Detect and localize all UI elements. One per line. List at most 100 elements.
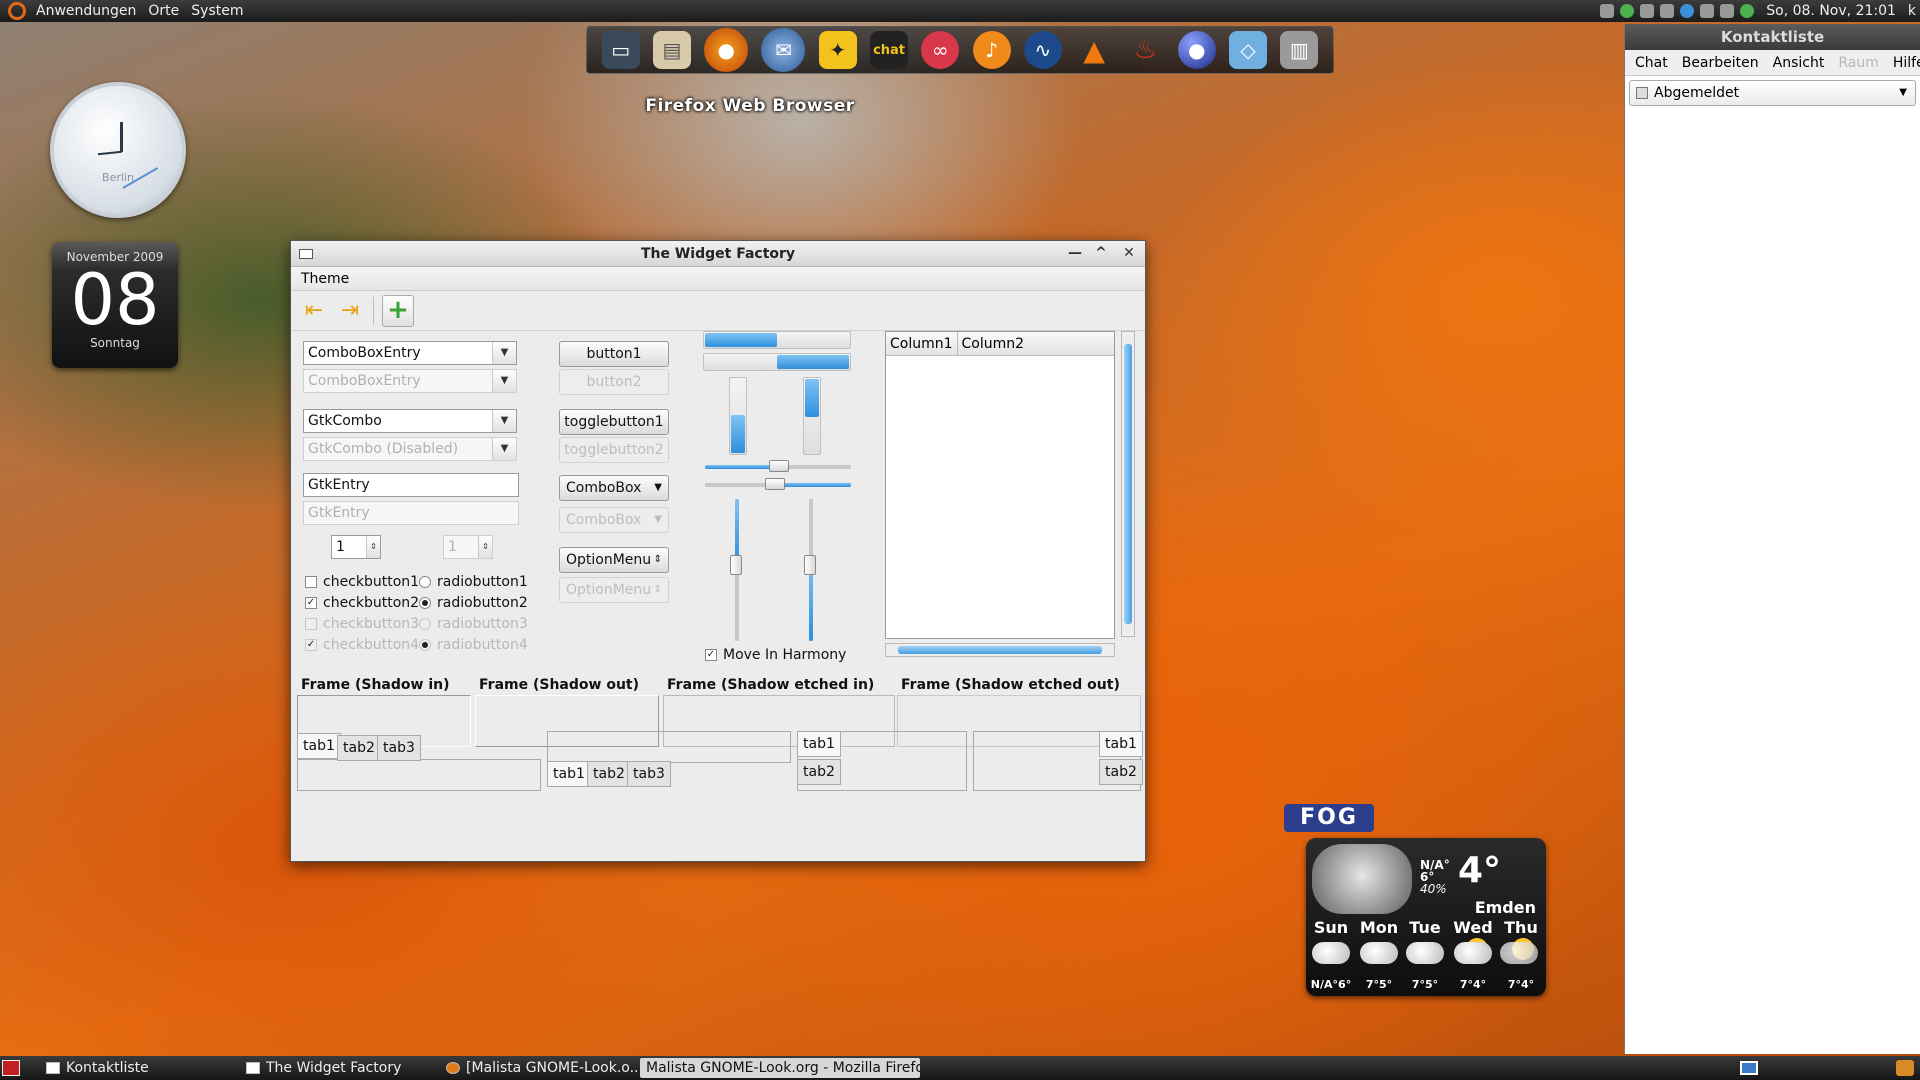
- tab-top-2[interactable]: tab2: [337, 735, 381, 761]
- thunderbird-icon[interactable]: ✉: [761, 28, 806, 72]
- bluetooth-icon[interactable]: [1660, 4, 1675, 18]
- move-in-harmony-check[interactable]: ✓ Move In Harmony: [705, 647, 846, 663]
- tab-bottom-2[interactable]: tab2: [587, 761, 631, 787]
- task-contact-list[interactable]: Kontaktliste: [40, 1058, 230, 1078]
- hscale-track-2[interactable]: [705, 478, 851, 490]
- user-menu[interactable]: k: [1908, 3, 1916, 19]
- combobox[interactable]: ComboBox ▼: [559, 475, 669, 501]
- tab-right-1[interactable]: tab1: [1099, 731, 1143, 757]
- radio[interactable]: [419, 576, 431, 588]
- maximize-icon[interactable]: ^: [1091, 243, 1111, 263]
- accessibility-icon[interactable]: [1680, 4, 1695, 18]
- horizontal-scrollbar[interactable]: [885, 643, 1115, 657]
- contact-list-title[interactable]: Kontaktliste: [1625, 24, 1920, 50]
- tab-bottom-3[interactable]: tab3: [627, 761, 671, 787]
- twitter-bird-icon[interactable]: ✦: [818, 31, 857, 69]
- mail-icon[interactable]: [1720, 4, 1735, 18]
- tab-left-2[interactable]: tab2: [797, 759, 841, 785]
- vscale-fill: [735, 499, 739, 561]
- close-icon[interactable]: ✕: [1119, 243, 1139, 263]
- chevron-down-icon[interactable]: ▼: [654, 476, 662, 500]
- minimize-icon[interactable]: —: [1065, 243, 1085, 263]
- vscale-thumb[interactable]: [730, 555, 742, 575]
- chevron-down-icon[interactable]: ▼: [492, 410, 516, 432]
- lastfm-icon[interactable]: ∞: [921, 31, 960, 69]
- monitor-icon[interactable]: ▭: [601, 31, 640, 69]
- workspace-switcher[interactable]: [1740, 1061, 1758, 1075]
- checkbutton1[interactable]: checkbutton1: [305, 574, 419, 590]
- vscale-thumb[interactable]: [804, 555, 816, 575]
- radiobutton2[interactable]: radiobutton2: [419, 595, 528, 611]
- status-selector[interactable]: Abgemeldet ▼: [1629, 80, 1916, 106]
- combobox-entry[interactable]: ComboBoxEntry ▼: [303, 341, 517, 365]
- tab-right-2[interactable]: tab2: [1099, 759, 1143, 785]
- checkbutton2[interactable]: ✓ checkbutton2: [305, 595, 419, 611]
- show-desktop-icon[interactable]: [2, 1060, 20, 1076]
- checkbox[interactable]: [305, 576, 317, 588]
- menu-edit[interactable]: Bearbeiten: [1682, 55, 1759, 71]
- vscale-track-2[interactable]: [804, 499, 816, 641]
- tab-top-1[interactable]: tab1: [297, 733, 341, 759]
- gtk-entry[interactable]: GtkEntry: [303, 473, 519, 497]
- add-icon[interactable]: +: [382, 294, 414, 327]
- tab-bottom-1[interactable]: tab1: [547, 761, 591, 787]
- volume-icon[interactable]: [1700, 4, 1715, 18]
- task-firefox-1[interactable]: [Malista GNOME-Look.o...: [440, 1058, 640, 1078]
- task-widget-factory[interactable]: The Widget Factory: [240, 1058, 430, 1078]
- download-icon[interactable]: [1740, 4, 1755, 18]
- songbird-icon[interactable]: ♪: [972, 31, 1011, 69]
- checkbox-checked[interactable]: ✓: [705, 649, 717, 661]
- network-icon[interactable]: [1600, 4, 1615, 18]
- menu-system[interactable]: System: [185, 0, 249, 22]
- vscale-track-1[interactable]: [730, 499, 742, 641]
- chevron-down-icon[interactable]: ▼: [1899, 81, 1907, 105]
- ubuntu-logo-icon[interactable]: [8, 2, 26, 20]
- column2-header[interactable]: Column2: [958, 332, 1114, 355]
- trash-icon[interactable]: ▥: [1280, 31, 1319, 69]
- radiobutton1[interactable]: radiobutton1: [419, 574, 528, 590]
- updown-icon[interactable]: ⇕: [654, 548, 662, 572]
- hscale-thumb[interactable]: [769, 460, 789, 472]
- button1[interactable]: button1: [559, 341, 669, 367]
- chat-icon[interactable]: chat: [870, 31, 909, 69]
- trash-icon[interactable]: [1896, 1060, 1914, 1076]
- vertical-scrollbar[interactable]: [1121, 331, 1135, 637]
- chevron-down-icon[interactable]: ▼: [492, 342, 516, 364]
- tab-left-1[interactable]: tab1: [797, 731, 841, 757]
- update-check-icon[interactable]: [1620, 4, 1635, 18]
- network-monitor-icon[interactable]: ∿: [1023, 31, 1062, 69]
- menu-chat[interactable]: Chat: [1635, 55, 1668, 71]
- hscale-thumb[interactable]: [765, 478, 785, 490]
- menu-places[interactable]: Orte: [142, 0, 185, 22]
- spin-arrows-icon[interactable]: ⇕: [366, 536, 380, 558]
- checkbox-checked[interactable]: ✓: [305, 597, 317, 609]
- menu-applications[interactable]: Anwendungen: [30, 0, 142, 22]
- tree-view[interactable]: Column1 Column2: [885, 331, 1115, 639]
- folder-icon[interactable]: ▤: [652, 31, 691, 69]
- go-first-icon[interactable]: ⇤: [299, 296, 329, 326]
- go-last-icon[interactable]: ⇥: [335, 296, 365, 326]
- togglebutton1[interactable]: togglebutton1: [559, 409, 669, 435]
- vlc-icon[interactable]: ▲: [1075, 31, 1113, 69]
- tab-top-3[interactable]: tab3: [377, 735, 421, 761]
- firefox-icon[interactable]: ●: [704, 28, 749, 72]
- sphere-icon[interactable]: ●: [1177, 31, 1216, 69]
- menu-view[interactable]: Ansicht: [1773, 55, 1825, 71]
- panel-clock[interactable]: So, 08. Nov, 21:01: [1766, 3, 1896, 19]
- window-icon[interactable]: [299, 249, 313, 259]
- task-firefox-2[interactable]: Malista GNOME-Look.org - Mozilla Firefox: [640, 1058, 920, 1078]
- column1-header[interactable]: Column1: [886, 332, 958, 355]
- box-icon[interactable]: ◇: [1229, 31, 1268, 69]
- optionmenu[interactable]: OptionMenu ⇕: [559, 547, 669, 573]
- scrollbar-thumb[interactable]: [1124, 344, 1132, 624]
- menu-theme[interactable]: Theme: [301, 271, 349, 287]
- menu-help[interactable]: Hilfe: [1893, 55, 1920, 71]
- radio-selected[interactable]: [419, 597, 431, 609]
- window-titlebar[interactable]: The Widget Factory — ^ ✕: [291, 241, 1145, 267]
- scrollbar-thumb[interactable]: [898, 646, 1102, 654]
- hscale-track-1[interactable]: [705, 460, 851, 472]
- gtk-combo[interactable]: GtkCombo ▼: [303, 409, 517, 433]
- spin-button[interactable]: 1 ⇕: [331, 535, 381, 559]
- pen-icon[interactable]: [1640, 4, 1655, 18]
- flame-icon[interactable]: ♨: [1126, 31, 1164, 69]
